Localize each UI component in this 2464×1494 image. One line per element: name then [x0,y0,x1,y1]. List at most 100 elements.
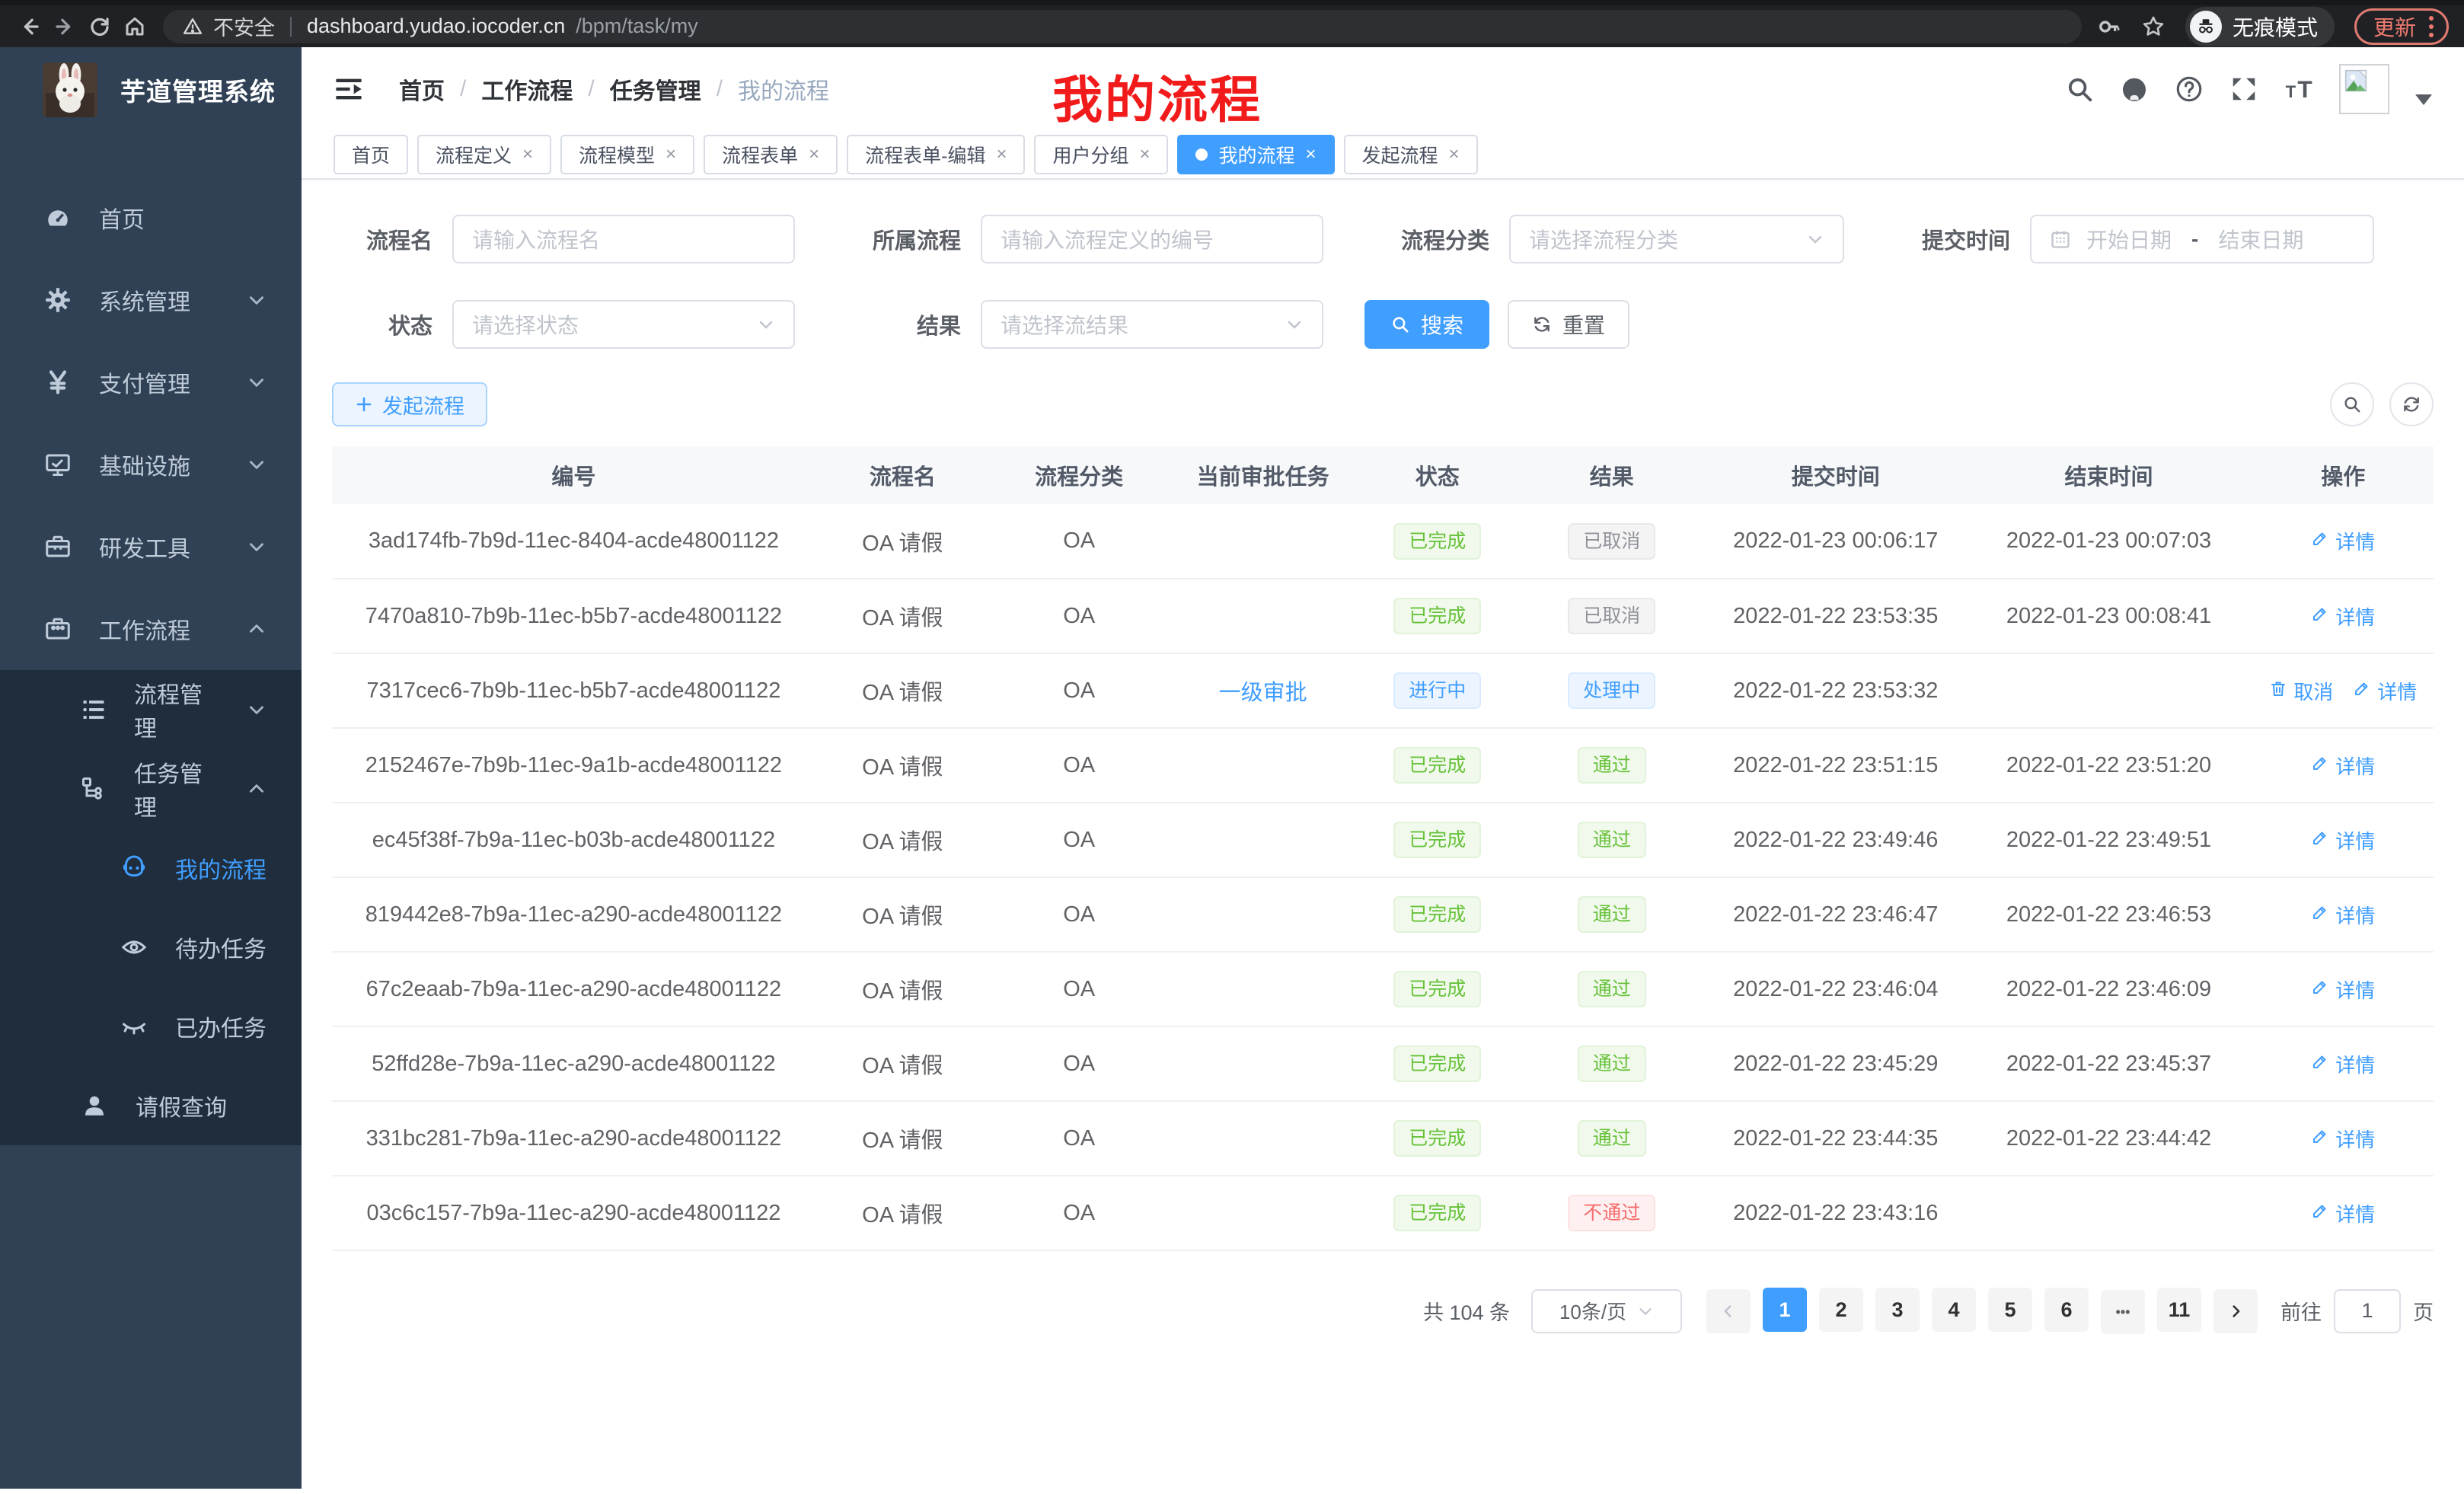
detail-link[interactable]: 详情 [2311,901,2375,929]
detail-link[interactable]: 详情 [2311,527,2375,555]
close-icon[interactable]: × [1306,145,1317,164]
cell-status: 已完成 [1358,579,1518,653]
detail-link[interactable]: 详情 [2311,602,2375,630]
avatar[interactable] [2339,64,2389,114]
prev-page-button[interactable] [1706,1289,1751,1333]
tab-process-model[interactable]: 流程模型× [560,135,694,174]
github-icon[interactable] [2120,75,2149,104]
password-key-icon[interactable] [2097,14,2121,39]
column-header: 结果 [1518,446,1706,504]
sidebar-item-payment-management[interactable]: 支付管理 [0,341,302,423]
active-tab-dot [1195,148,1208,161]
font-size-icon[interactable]: TT [2284,75,2313,104]
current-task-link[interactable]: 一级审批 [1219,681,1307,705]
close-icon[interactable]: × [996,145,1007,164]
detail-link[interactable]: 详情 [2353,677,2417,705]
search-icon[interactable] [2065,75,2094,104]
cell-end-time [1964,653,2252,728]
column-header: 状态 [1358,446,1518,504]
page-5[interactable]: 5 [1988,1288,2032,1332]
status-select[interactable]: 请选择状态 [452,300,795,349]
tab-my-process[interactable]: 我的流程× [1177,135,1334,174]
page-size-select[interactable]: 10条/页 [1531,1289,1682,1333]
tab-process-form[interactable]: 流程表单× [704,135,838,174]
page-3[interactable]: 3 [1875,1288,1920,1332]
tab-process-definition[interactable]: 流程定义× [417,135,551,174]
tab-home[interactable]: 首页 [334,135,408,174]
page-1[interactable]: 1 [1763,1288,1807,1332]
reset-button[interactable]: 重置 [1508,300,1629,349]
home-icon[interactable] [117,9,152,44]
cell-submit-time: 2022-01-22 23:45:29 [1706,1026,1964,1101]
sidebar-collapse-icon[interactable] [334,74,364,104]
cancel-link[interactable]: 取消 [2269,677,2333,705]
detail-link[interactable]: 详情 [2311,1125,2375,1153]
url-path: /bpm/task/my [576,14,698,38]
app-logo-row[interactable]: 芋道管理系统 [0,47,302,132]
back-icon[interactable] [12,9,47,44]
search-button[interactable]: 搜索 [1364,300,1489,349]
forward-icon[interactable] [47,9,82,44]
process-name-input[interactable]: 请输入流程名 [452,215,795,263]
breadcrumb-task-management[interactable]: 任务管理 [610,72,701,106]
close-icon[interactable]: × [809,145,819,164]
address-bar[interactable]: 不安全 dashboard.yudao.iocoder.cn/bpm/task/… [163,10,2082,43]
breadcrumb-workflow[interactable]: 工作流程 [481,72,573,106]
submit-time-range-picker[interactable]: 开始日期 - 结束日期 [2030,215,2374,263]
reload-icon[interactable] [82,9,117,44]
status-badge: 已完成 [1393,1120,1481,1157]
cell-end-time: 2022-01-22 23:46:53 [1964,877,2252,952]
sidebar-item-dev-tools[interactable]: 研发工具 [0,506,302,588]
tab-process-form-edit[interactable]: 流程表单-编辑× [847,135,1025,174]
fullscreen-icon[interactable] [2229,75,2258,104]
detail-link[interactable]: 详情 [2311,1050,2375,1078]
tab-start-process[interactable]: 发起流程× [1344,135,1478,174]
detail-link[interactable]: 详情 [2311,1199,2375,1227]
detail-link[interactable]: 详情 [2311,752,2375,780]
category-select[interactable]: 请选择流程分类 [1509,215,1844,263]
close-icon[interactable]: × [522,145,533,164]
jump-page-input[interactable]: 1 [2334,1289,2401,1333]
sidebar-item-todo-tasks[interactable]: 待办任务 [0,908,302,987]
close-icon[interactable]: × [665,145,676,164]
sidebar-item-infrastructure[interactable]: 基础设施 [0,423,302,506]
page-11[interactable]: 11 [2157,1288,2201,1332]
toggle-search-button[interactable] [2330,382,2374,426]
incognito-badge[interactable]: 无痕模式 [2185,7,2335,46]
next-page-button[interactable] [2213,1289,2258,1333]
sidebar-item-done-tasks[interactable]: 已办任务 [0,987,302,1066]
page-4[interactable]: 4 [1932,1288,1976,1332]
refresh-button[interactable] [2389,382,2434,426]
bookmark-star-icon[interactable] [2141,14,2166,39]
close-icon[interactable]: × [1139,145,1150,164]
sidebar-item-task-management[interactable]: 任务管理 [0,749,302,828]
cell-end-time [1964,1176,2252,1250]
close-icon[interactable]: × [1449,145,1460,164]
update-button[interactable]: 更新 [2354,8,2449,45]
cell-result: 通过 [1518,728,1706,803]
cell-submit-time: 2022-01-22 23:46:04 [1706,952,1964,1026]
breadcrumb-home[interactable]: 首页 [399,72,445,106]
result-select[interactable]: 请选择流结果 [981,300,1323,349]
pages-ellipsis[interactable]: ••• [2101,1290,2145,1334]
cell-status: 已完成 [1358,504,1518,579]
sidebar-item-system-management[interactable]: 系统管理 [0,259,302,341]
page-6[interactable]: 6 [2044,1288,2089,1332]
sidebar-item-workflow[interactable]: 工作流程 [0,588,302,670]
tab-user-group[interactable]: 用户分组× [1034,135,1168,174]
cell-current-task [1168,728,1357,803]
sidebar-item-process-management[interactable]: 流程管理 [0,670,302,749]
detail-link[interactable]: 详情 [2311,975,2375,1004]
page-2[interactable]: 2 [1819,1288,1863,1332]
help-icon[interactable] [2175,75,2204,104]
parent-process-input[interactable]: 请输入流程定义的编号 [981,215,1323,263]
sidebar-item-my-process[interactable]: 我的流程 [0,828,302,908]
start-process-button[interactable]: 发起流程 [332,382,487,426]
sidebar-item-home[interactable]: 首页 [0,177,302,259]
detail-link[interactable]: 详情 [2311,826,2375,854]
sidebar-item-leave-query[interactable]: 请假查询 [0,1066,302,1145]
cell-actions: 取消详情 [2253,653,2434,728]
avatar-caret-icon[interactable] [2415,94,2432,105]
detail-label: 详情 [2335,527,2375,555]
cell-actions: 详情 [2253,579,2434,653]
